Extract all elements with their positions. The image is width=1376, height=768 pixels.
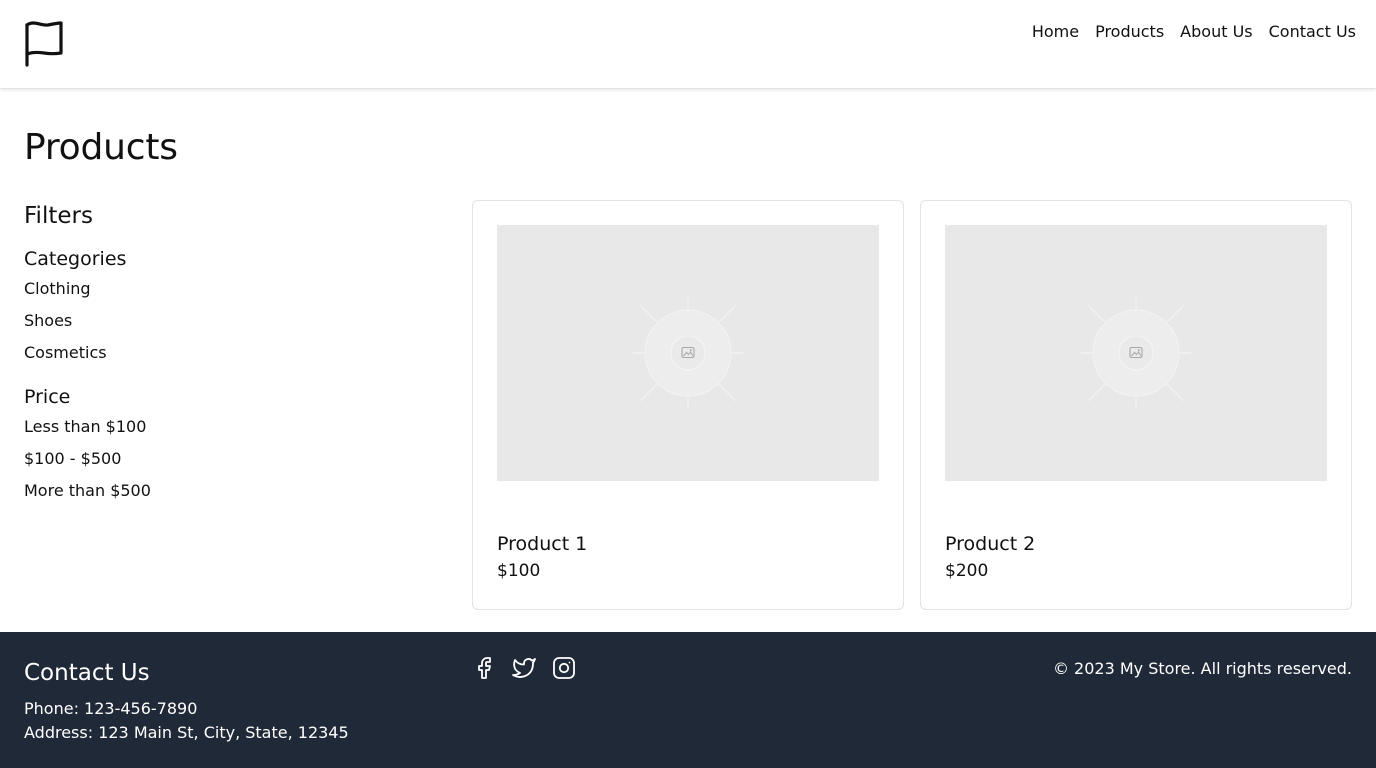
product-image[interactable] <box>497 225 879 481</box>
filters-title: Filters <box>24 203 93 229</box>
product-name[interactable]: Product 2 <box>945 531 1035 557</box>
image-placeholder-icon <box>633 298 743 408</box>
facebook-icon[interactable] <box>472 656 496 680</box>
footer-phone: Phone: 123-456-7890 <box>24 699 198 718</box>
footer-contact-title: Contact Us <box>24 660 150 686</box>
nav-products[interactable]: Products <box>1095 20 1164 44</box>
nav-contact-us[interactable]: Contact Us <box>1269 20 1356 44</box>
product-price: $200 <box>945 561 989 581</box>
product-card[interactable]: Product 1 $100 <box>472 200 904 610</box>
filter-clothing[interactable]: Clothing <box>24 278 444 300</box>
flag-icon[interactable] <box>24 20 64 68</box>
main-nav: Home Products About Us Contact Us <box>1032 20 1356 44</box>
page-title: Products <box>24 127 178 168</box>
product-price: $100 <box>497 561 541 581</box>
instagram-icon[interactable] <box>552 656 576 680</box>
filters-panel: Filters Categories Clothing Shoes Cosmet… <box>24 200 444 512</box>
image-placeholder-icon <box>1081 298 1191 408</box>
filter-price-over-500[interactable]: More than $500 <box>24 480 444 502</box>
categories-list: Clothing Shoes Cosmetics <box>24 278 444 364</box>
price-list: Less than $100 $100 - $500 More than $50… <box>24 416 444 502</box>
price-title: Price <box>24 386 71 408</box>
product-image[interactable] <box>945 225 1327 481</box>
filter-price-100-500[interactable]: $100 - $500 <box>24 448 444 470</box>
nav-home[interactable]: Home <box>1032 20 1079 44</box>
footer-address: Address: 123 Main St, City, State, 12345 <box>24 723 349 742</box>
site-header: Home Products About Us Contact Us <box>0 0 1376 88</box>
twitter-icon[interactable] <box>512 656 536 680</box>
product-name[interactable]: Product 1 <box>497 531 587 557</box>
filter-shoes[interactable]: Shoes <box>24 310 444 332</box>
product-card[interactable]: Product 2 $200 <box>920 200 1352 610</box>
site-footer: Contact Us Phone: 123-456-7890 Address: … <box>0 632 1376 768</box>
filter-price-under-100[interactable]: Less than $100 <box>24 416 444 438</box>
filter-cosmetics[interactable]: Cosmetics <box>24 342 444 364</box>
nav-about-us[interactable]: About Us <box>1180 20 1252 44</box>
social-links <box>472 656 576 680</box>
copyright-text: © 2023 My Store. All rights reserved. <box>1052 659 1352 678</box>
categories-title: Categories <box>24 248 127 270</box>
